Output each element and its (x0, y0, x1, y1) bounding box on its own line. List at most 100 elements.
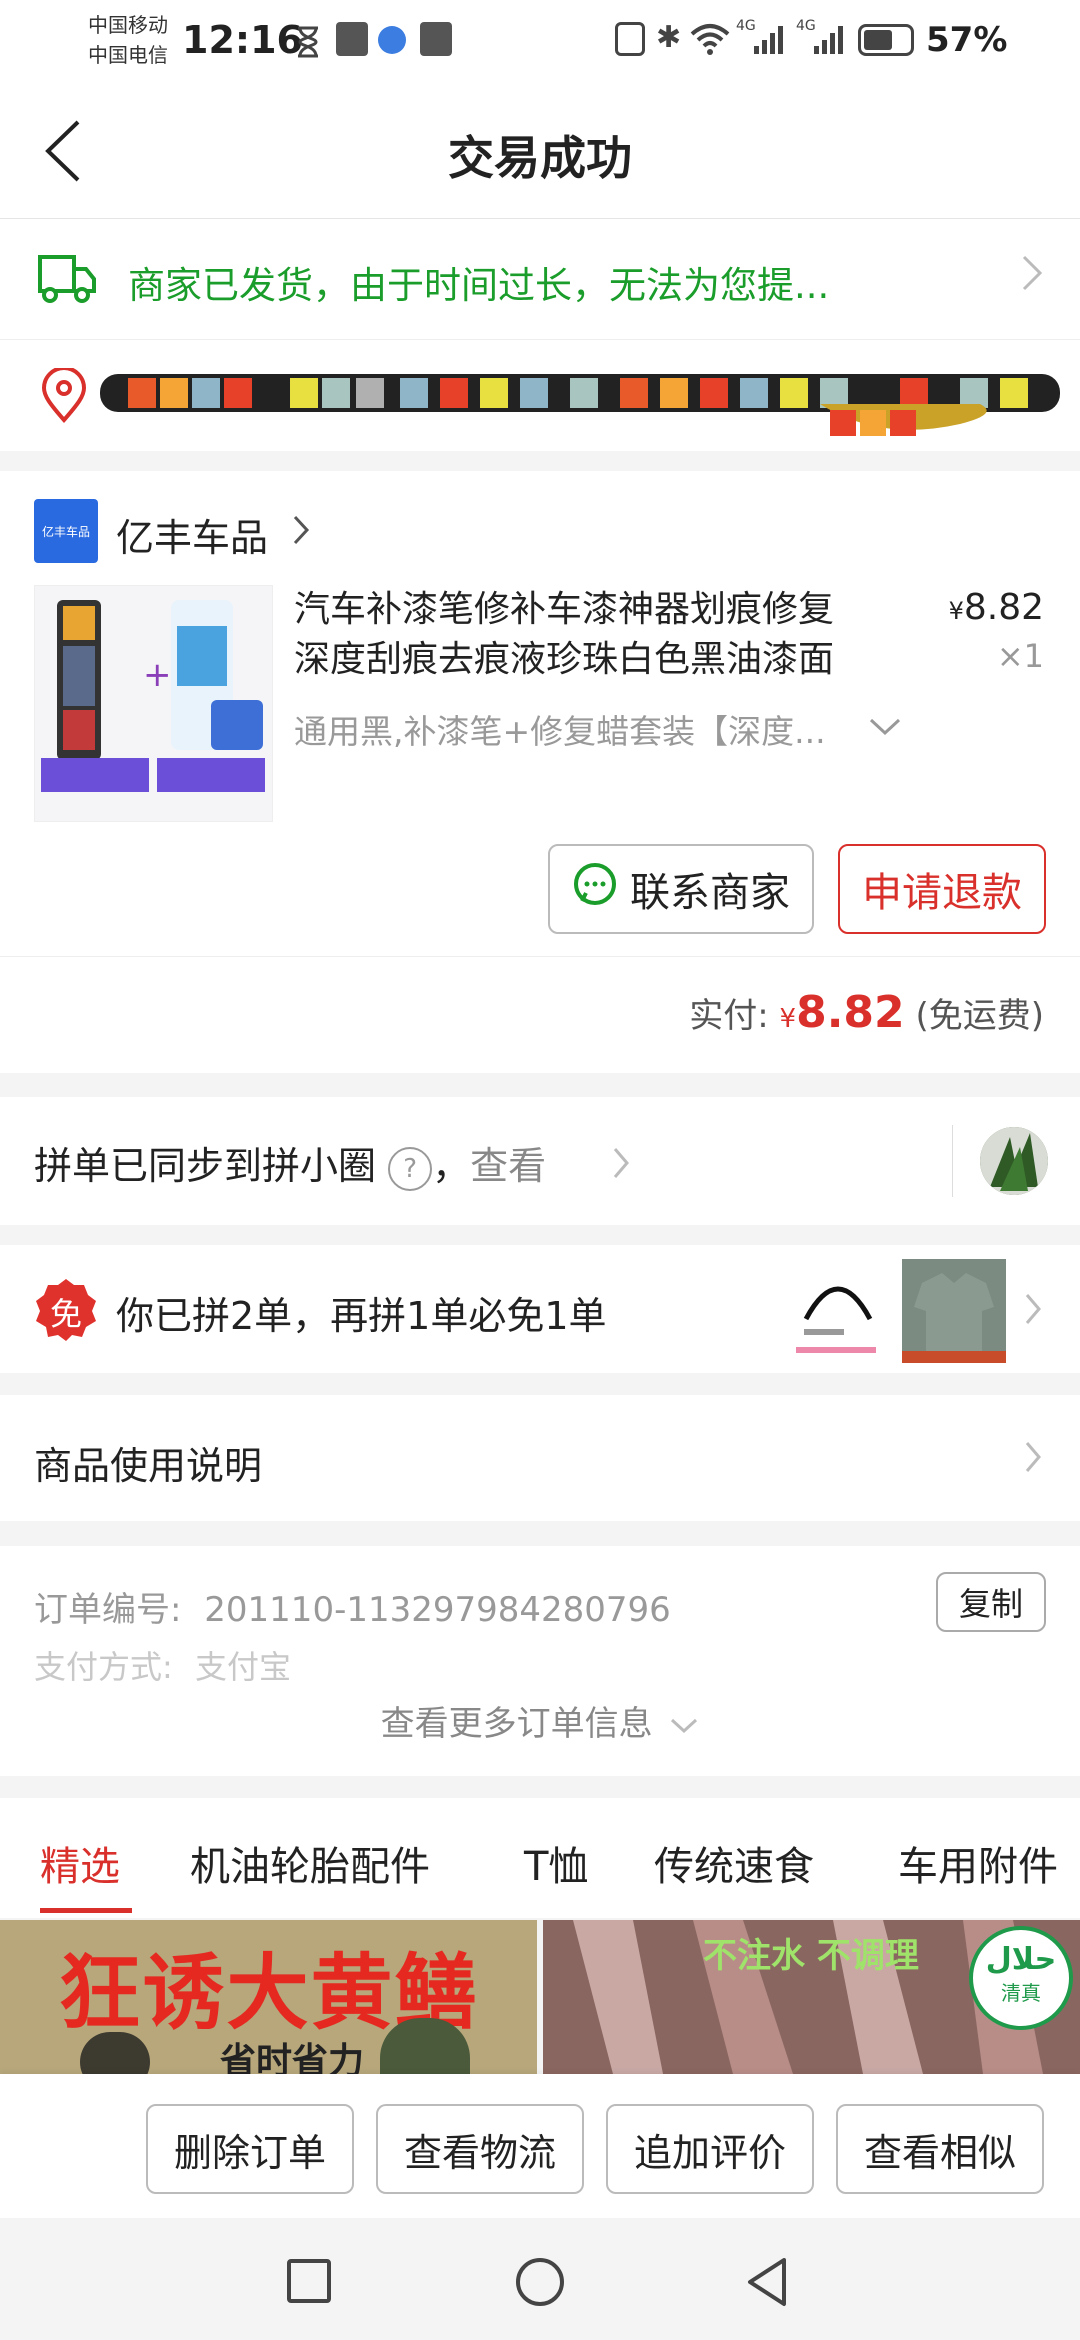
payment-method-row: 支付方式: 支付宝 (34, 1642, 291, 1688)
free-order-text: 你已拼2单，再拼1单必免1单 (116, 1294, 607, 1338)
browser-notification-icon (378, 26, 406, 54)
view-link[interactable]: 查看 (470, 1144, 546, 1188)
payment-method-value: 支付宝 (194, 1648, 291, 1686)
payment-note: (免运费) (915, 996, 1044, 1036)
more-order-info-link[interactable]: 查看更多订单信息 (0, 1696, 1080, 1745)
contact-merchant-button[interactable]: 联系商家 (548, 844, 814, 934)
carrier-2: 中国电信 (88, 43, 168, 67)
halal-badge-text: 清真 (1001, 1981, 1041, 2005)
circle-sync-text: 拼单已同步到拼小圈 ? ，查看 (34, 1135, 546, 1191)
payment-label: 实付: (689, 996, 769, 1036)
wifi-icon (690, 22, 730, 60)
chevron-right-icon (1020, 251, 1044, 305)
product-photo: + (41, 600, 265, 792)
home-icon[interactable] (514, 2256, 566, 2312)
product-title-line-2: 深度刮痕去痕液珍珠白色黑油漆面 (294, 639, 835, 680)
order-number-label: 订单编号: (34, 1590, 182, 1630)
chat-icon (572, 861, 618, 917)
halal-badge: حلال 清真 (969, 1926, 1073, 2030)
product-price: ¥8.82 (949, 587, 1044, 628)
truck-icon (36, 251, 98, 311)
store-name[interactable]: 亿丰车品 (116, 507, 268, 562)
chevron-right-icon (612, 1145, 632, 1185)
circle-sync-label: 拼单已同步到拼小圈 (34, 1144, 377, 1188)
logistics-status-text: 商家已发货，由于时间过长，无法为您提... (128, 264, 830, 307)
product-image[interactable]: + (34, 585, 273, 822)
help-icon[interactable]: ? (388, 1146, 433, 1191)
circle-sync-row[interactable]: 拼单已同步到拼小圈 ? ，查看 (0, 1097, 1080, 1225)
bottom-action-bar: 删除订单 查看物流 追加评价 查看相似 (0, 2074, 1080, 2218)
back-nav-icon[interactable] (744, 2256, 790, 2312)
price-symbol: ¥ (948, 597, 964, 625)
free-badge-text: 免 (49, 1295, 82, 1333)
product-quantity: ×1 (996, 637, 1044, 675)
tab-featured[interactable]: 精选 (40, 1834, 120, 1892)
banner-right-title: 不注水 不调理 (703, 1936, 919, 1976)
recent-apps-icon[interactable] (286, 2258, 332, 2308)
view-similar-button[interactable]: 查看相似 (836, 2104, 1044, 2194)
product-card: 亿丰车品 亿丰车品 + 汽车补漆笔修补车漆神器划痕修复 深度刮痕去痕液珍珠白色黑… (0, 471, 1080, 956)
manual-row[interactable]: 商品使用说明 (0, 1395, 1080, 1521)
manual-label: 商品使用说明 (34, 1444, 263, 1488)
promo-product-image-2[interactable] (902, 1259, 1006, 1363)
app-notification-icon-2 (420, 22, 452, 56)
promo-product-image-1[interactable] (786, 1259, 890, 1363)
more-order-info-label: 查看更多订单信息 (380, 1704, 653, 1744)
app-notification-icon (336, 22, 368, 56)
signal-icon-2 (812, 22, 846, 60)
copy-button[interactable]: 复制 (936, 1572, 1046, 1632)
carrier-1: 中国移动 (88, 13, 168, 37)
order-number-row: 订单编号: 201110-113297984280796 (34, 1582, 671, 1631)
hourglass-icon (295, 26, 321, 58)
store-logo[interactable]: 亿丰车品 (34, 499, 98, 563)
chevron-right-icon (1024, 1439, 1044, 1479)
product-title[interactable]: 汽车补漆笔修补车漆神器划痕修复 深度刮痕去痕液珍珠白色黑油漆面 (294, 585, 914, 685)
battery-icon (858, 24, 914, 56)
payment-row: 实付: ¥8.82 (免运费) (0, 956, 1080, 1073)
category-tabs: 精选 机油轮胎配件 T恤 传统速食 车用附件 (0, 1798, 1080, 1918)
redacted-address (100, 364, 1060, 444)
location-pin-icon (36, 366, 92, 428)
free-order-row[interactable]: 免 你已拼2单，再拼1单必免1单 (0, 1245, 1080, 1373)
tab-instant-food[interactable]: 传统速食 (654, 1834, 814, 1892)
promo-banner-left[interactable]: 狂诱大黄鳝 省时省力 (0, 1920, 537, 2074)
logistics-row[interactable]: 商家已发货，由于时间过长，无法为您提... (0, 219, 1080, 340)
status-bar: 中国移动 中国电信 12:16 ✱ 4G 4G 57% (0, 0, 1080, 84)
tab-tshirt[interactable]: T恤 (524, 1834, 588, 1892)
comma: ， (432, 1144, 471, 1188)
tab-oil-tires-parts[interactable]: 机油轮胎配件 (190, 1834, 430, 1892)
request-refund-button[interactable]: 申请退款 (838, 844, 1046, 934)
system-nav-bar (0, 2218, 1080, 2340)
battery-percent: 57% (926, 20, 1008, 60)
order-info-card: 订单编号: 201110-113297984280796 复制 支付方式: 支付… (0, 1546, 1080, 1776)
order-number: 201110-113297984280796 (204, 1590, 671, 1630)
active-tab-indicator (40, 1908, 132, 1913)
payment-summary: 实付: ¥8.82 (免运费) (689, 987, 1044, 1038)
address-row[interactable] (0, 340, 1080, 451)
halal-badge-arabic: حلال (985, 1942, 1057, 1977)
banner-left-subtitle: 省时省力 (220, 2041, 365, 2074)
product-title-line-1: 汽车补漆笔修补车漆神器划痕修复 (294, 589, 835, 630)
signal-icon-1 (752, 22, 786, 60)
page-header: 交易成功 (0, 84, 1080, 219)
chevron-down-icon (669, 1704, 699, 1744)
avatar[interactable] (980, 1127, 1048, 1195)
svg-text:+: + (143, 655, 172, 695)
page-title: 交易成功 (448, 131, 632, 185)
divider (952, 1125, 953, 1197)
free-badge-icon: 免 (34, 1277, 98, 1341)
chevron-right-icon (1024, 1291, 1044, 1331)
price-value: 8.82 (963, 587, 1044, 628)
view-logistics-button[interactable]: 查看物流 (376, 2104, 584, 2194)
payment-symbol: ¥ (779, 1004, 797, 1034)
tab-car-accessories[interactable]: 车用附件 (898, 1834, 1058, 1892)
nfc-icon (615, 22, 645, 56)
contact-merchant-label: 联系商家 (630, 870, 790, 916)
banner-person-silhouette (80, 2032, 150, 2074)
product-spec[interactable]: 通用黑,补漆笔+修复蜡套装【深度... (294, 705, 894, 753)
chevron-down-icon (868, 717, 902, 741)
add-review-button[interactable]: 追加评价 (606, 2104, 814, 2194)
promo-banner-right[interactable]: 不注水 不调理 حلال 清真 (543, 1920, 1080, 2074)
payment-amount: 8.82 (796, 987, 905, 1038)
delete-order-button[interactable]: 删除订单 (146, 2104, 354, 2194)
